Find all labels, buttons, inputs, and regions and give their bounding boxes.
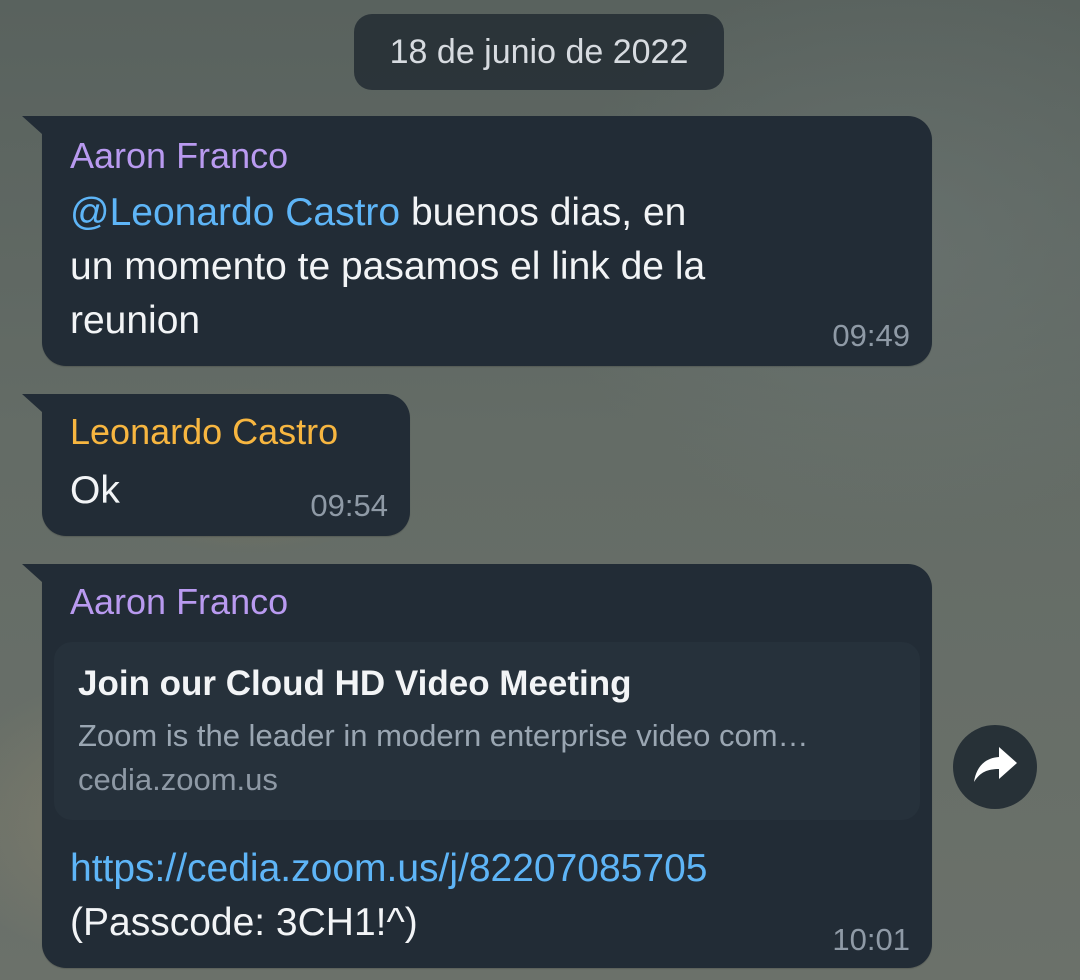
link-preview-description: Zoom is the leader in modern enterprise … (78, 718, 809, 753)
message-text: @Leonardo Castro buenos dias, en un mome… (70, 186, 705, 348)
message-text: Ok (70, 469, 120, 512)
message-time: 10:01 (832, 922, 910, 957)
user-mention[interactable]: @Leonardo Castro (70, 191, 400, 234)
message-bubble[interactable]: Aaron Franco Join our Cloud HD Video Mee… (22, 564, 932, 968)
meeting-link[interactable]: https://cedia.zoom.us/j/82207085705 (70, 842, 707, 896)
share-button[interactable] (953, 725, 1037, 809)
message-bubble[interactable]: Aaron Franco @Leonardo Castro buenos dia… (22, 116, 932, 366)
message-time: 09:49 (832, 318, 910, 353)
link-preview-domain: cedia.zoom.us (78, 762, 278, 797)
sender-name[interactable]: Leonardo Castro (70, 412, 338, 452)
link-preview-title: Join our Cloud HD Video Meeting (78, 664, 632, 703)
message-time: 09:54 (310, 488, 388, 523)
date-separator: 18 de junio de 2022 (354, 14, 724, 90)
share-arrow-icon (972, 745, 1018, 790)
message-text: (Passcode: 3CH1!^) (70, 901, 418, 944)
sender-name[interactable]: Aaron Franco (70, 582, 288, 622)
sender-name[interactable]: Aaron Franco (70, 136, 288, 176)
message-bubble[interactable]: Leonardo Castro Ok 09:54 (22, 394, 410, 536)
link-preview[interactable]: Join our Cloud HD Video Meeting Zoom is … (54, 642, 920, 820)
